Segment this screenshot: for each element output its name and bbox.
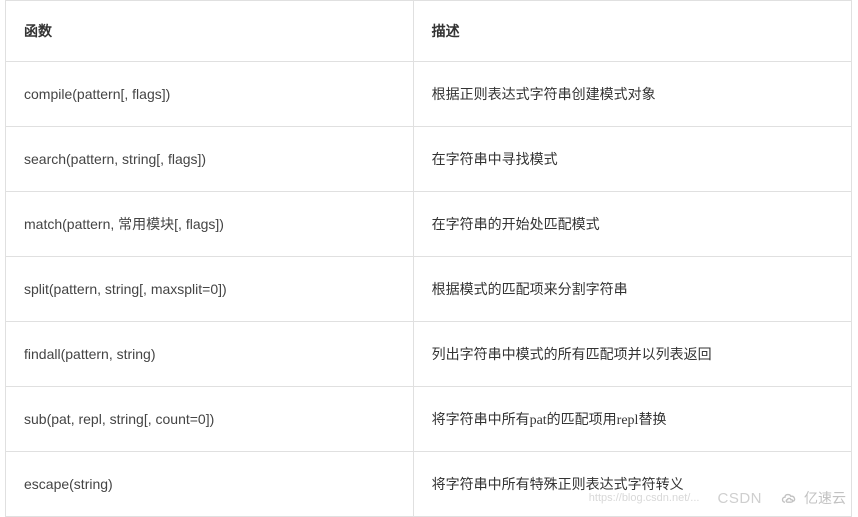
cell-description: 列出字符串中模式的所有匹配项并以列表返回 — [413, 322, 851, 387]
watermark-yisu-text: 亿速云 — [804, 488, 846, 508]
table-row: sub(pat, repl, string[, count=0]) 将字符串中所… — [6, 387, 852, 452]
cell-function: escape(string) — [6, 452, 414, 517]
watermark-blog-url: https://blog.csdn.net/... — [589, 492, 700, 504]
table-row: compile(pattern[, flags]) 根据正则表达式字符串创建模式… — [6, 62, 852, 127]
cell-function: compile(pattern[, flags]) — [6, 62, 414, 127]
watermark-yisu: 亿速云 — [780, 488, 846, 508]
watermark-csdn: CSDN — [717, 490, 762, 507]
cell-description: 根据模式的匹配项来分割字符串 — [413, 257, 851, 322]
table-row: split(pattern, string[, maxsplit=0]) 根据模… — [6, 257, 852, 322]
watermark-area: https://blog.csdn.net/... CSDN 亿速云 — [589, 488, 846, 508]
cell-description: 在字符串的开始处匹配模式 — [413, 192, 851, 257]
cell-description: 在字符串中寻找模式 — [413, 127, 851, 192]
header-description: 描述 — [413, 1, 851, 62]
table-row: match(pattern, 常用模块[, flags]) 在字符串的开始处匹配… — [6, 192, 852, 257]
cell-function: match(pattern, 常用模块[, flags]) — [6, 192, 414, 257]
header-function: 函数 — [6, 1, 414, 62]
cell-function: findall(pattern, string) — [6, 322, 414, 387]
cell-description: 将字符串中所有pat的匹配项用repl替换 — [413, 387, 851, 452]
cell-function: search(pattern, string[, flags]) — [6, 127, 414, 192]
table-row: findall(pattern, string) 列出字符串中模式的所有匹配项并… — [6, 322, 852, 387]
cell-function: split(pattern, string[, maxsplit=0]) — [6, 257, 414, 322]
cloud-icon — [780, 491, 800, 505]
function-reference-table-container: 函数 描述 compile(pattern[, flags]) 根据正则表达式字… — [0, 0, 858, 517]
cell-description: 根据正则表达式字符串创建模式对象 — [413, 62, 851, 127]
table-header-row: 函数 描述 — [6, 1, 852, 62]
table-row: search(pattern, string[, flags]) 在字符串中寻找… — [6, 127, 852, 192]
function-reference-table: 函数 描述 compile(pattern[, flags]) 根据正则表达式字… — [5, 0, 852, 517]
cell-function: sub(pat, repl, string[, count=0]) — [6, 387, 414, 452]
